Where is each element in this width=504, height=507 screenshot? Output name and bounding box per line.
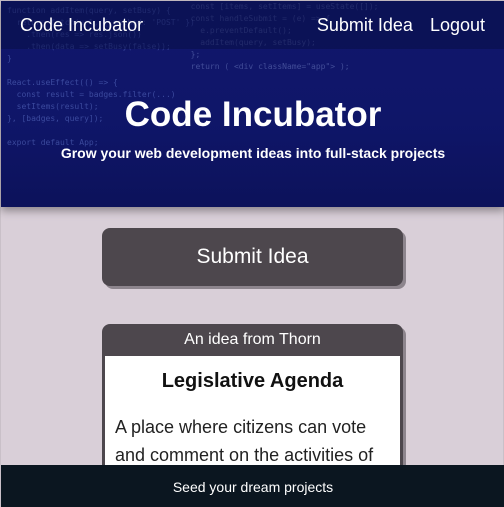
idea-card-author: An idea from Thorn [184,331,321,348]
footer: Seed your dream projects [1,465,504,507]
footer-text: Seed your dream projects [172,478,334,495]
navbar: Code Incubator Submit Idea Logout [1,1,504,49]
brand-link[interactable]: Code Incubator [20,15,143,36]
hero-banner: function addItem(query, setBusy) { retur… [1,1,504,207]
nav-logout-link[interactable]: Logout [430,15,485,36]
nav-submit-idea-link[interactable]: Submit Idea [317,15,413,36]
nav-links: Submit Idea Logout [317,15,485,36]
idea-card-title: Legislative Agenda [161,370,344,392]
hero-subtitle: Grow your web development ideas into ful… [60,145,446,161]
hero-title: Code Incubator [124,95,382,134]
idea-card-description: A place where citizens can vote and comm… [115,417,374,465]
submit-idea-button[interactable]: Submit Idea [102,228,403,286]
